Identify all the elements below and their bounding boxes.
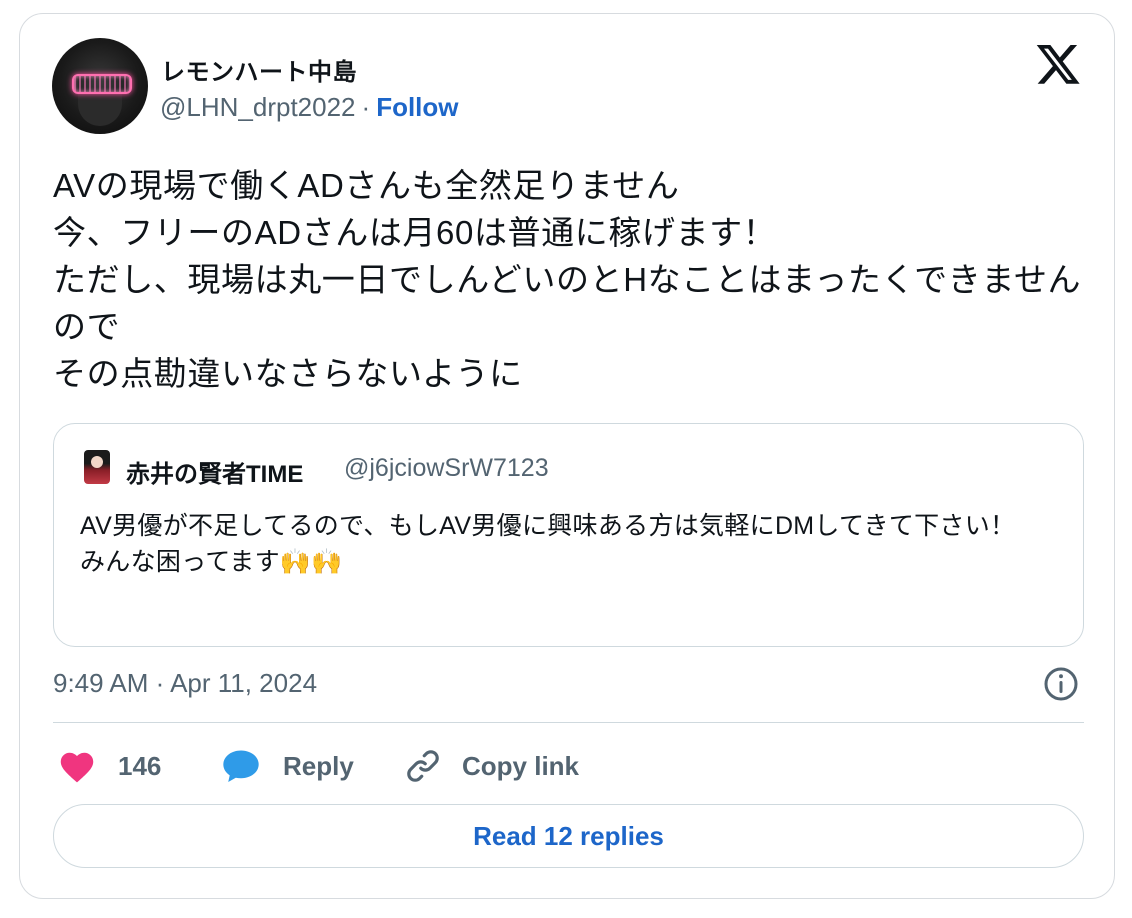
read-replies-button[interactable]: Read 12 replies — [53, 804, 1084, 868]
reply-bubble-icon — [223, 750, 259, 783]
author-handle[interactable]: @LHN_drpt2022 — [160, 92, 356, 122]
quoted-tweet[interactable]: 赤井の賢者TIME @j6jciowSrW7123 AV男優が不足してるので、も… — [53, 423, 1084, 647]
quoted-tweet-text: AV男優が不足してるので、もしAV男優に興味ある方は気軽にDMしてきて下さい！ … — [80, 512, 1016, 576]
link-icon — [407, 750, 439, 782]
like-button[interactable]: 146 — [58, 746, 161, 786]
quoted-author-avatar — [84, 450, 110, 484]
follow-button[interactable]: Follow — [376, 92, 458, 122]
avatar-led-visor — [72, 74, 132, 94]
heart-icon — [60, 752, 94, 783]
reply-button[interactable]: Reply — [221, 746, 354, 786]
reply-label: Reply — [283, 750, 354, 781]
x-logo-icon[interactable] — [1036, 45, 1080, 85]
tweet-text: AVの現場で働くADさんも全然足りません 今、フリーのADさんは月60は普通に稼… — [53, 167, 1082, 392]
like-count: 146 — [118, 750, 162, 781]
info-icon[interactable] — [1043, 666, 1079, 702]
tweet-timestamp[interactable]: 9:49 AM · Apr 11, 2024 — [53, 668, 317, 699]
quoted-avatar-face — [91, 456, 103, 468]
author-handle-row: @LHN_drpt2022 · Follow — [160, 92, 459, 123]
quoted-author-handle: @j6jciowSrW7123 — [344, 454, 549, 482]
separator-dot: · — [361, 92, 371, 122]
author-avatar[interactable] — [52, 38, 148, 134]
quoted-author-name: 赤井の賢者TIME — [126, 461, 304, 488]
author-name[interactable]: レモンハート中島 — [161, 52, 357, 87]
copy-link-label: Copy link — [462, 750, 580, 781]
embedded-tweet-card: レモンハート中島 @LHN_drpt2022 · Follow AVの現場で働くAD… — [19, 13, 1115, 899]
copy-link-button[interactable]: Copy link — [404, 746, 579, 786]
avatar-face — [78, 92, 122, 126]
divider — [53, 722, 1084, 723]
